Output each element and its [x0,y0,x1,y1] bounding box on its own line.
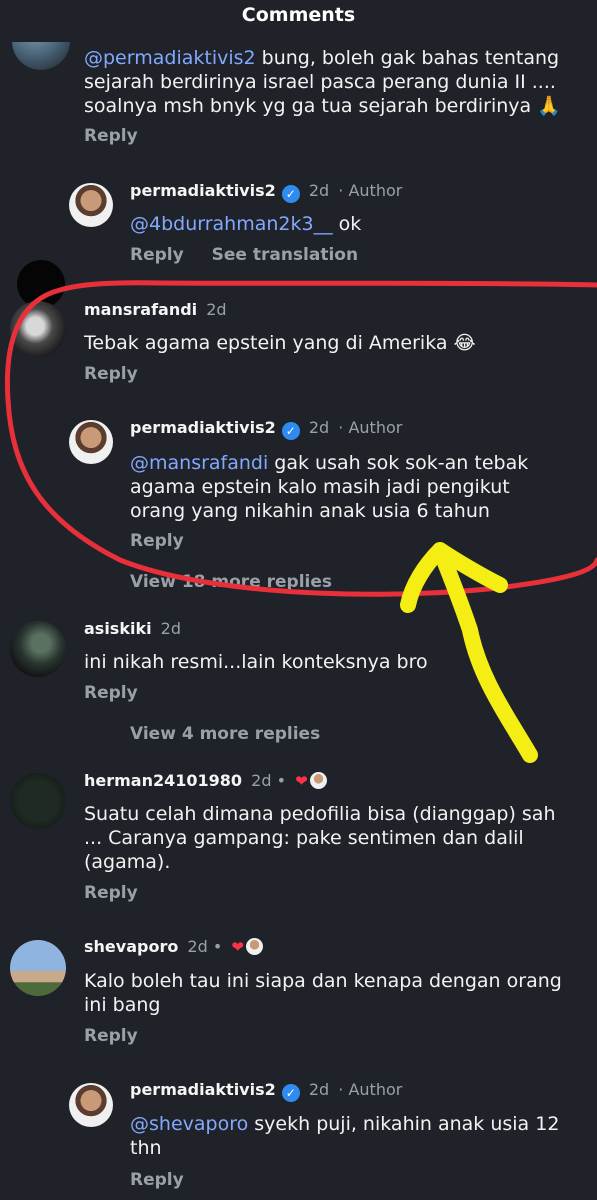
yellow-arrow-annotation [400,542,538,763]
annotation-overlay [4,280,597,763]
red-circle-annotation [4,280,597,597]
